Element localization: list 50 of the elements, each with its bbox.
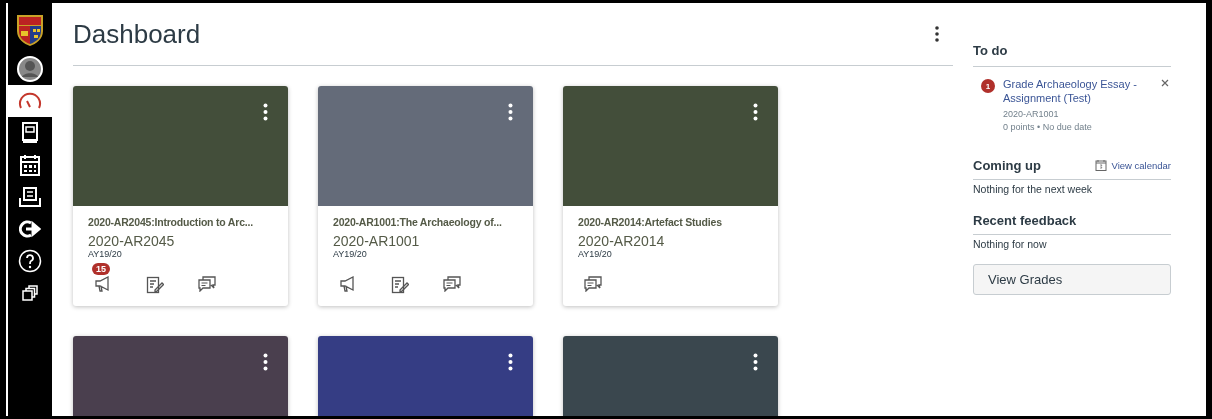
page-title: Dashboard [73, 18, 201, 50]
course-card[interactable]: 2020-AR2045:Introduction to Arc... 2020-AR2045 AY19/20 15 [73, 86, 288, 306]
megaphone-icon[interactable] [339, 276, 357, 292]
chat-bubbles-icon[interactable] [198, 276, 216, 292]
todo-link[interactable]: Grade Archaeology Essay - Assignment (Test) [1003, 77, 1148, 106]
stacked-windows-icon [22, 285, 38, 301]
calendar-icon [1095, 159, 1108, 172]
crest-logo[interactable] [15, 13, 45, 47]
more-options-icon[interactable] [753, 103, 758, 121]
course-title[interactable]: 2020-AR2014:Artefact Studies [578, 216, 763, 228]
more-options-icon[interactable] [263, 103, 268, 121]
course-card[interactable]: 2020-AR1001:The Archaeology of... 2020-AR1001 AY19/20 [318, 86, 533, 306]
more-options-icon[interactable] [508, 353, 513, 371]
avatar-icon [17, 56, 43, 82]
megaphone-icon[interactable] [94, 276, 112, 292]
more-options-icon[interactable] [508, 103, 513, 121]
count-badge: 1 [981, 79, 995, 93]
course-term: AY19/20 [578, 249, 613, 259]
course-card[interactable]: 2020-AR2014:Artefact Studies 2020-AR2014 AY19/20 [563, 86, 778, 306]
calendar-icon [20, 154, 40, 176]
course-term: AY19/20 [88, 249, 123, 259]
close-icon[interactable] [1161, 79, 1169, 87]
course-term: AY19/20 [333, 249, 368, 259]
unread-count-badge: 15 [92, 263, 110, 275]
todo-course: 2020-AR1001 [1003, 108, 1060, 119]
empty-message: Nothing for the next week [973, 182, 1094, 195]
tray-icon [19, 187, 41, 207]
help-icon [18, 249, 42, 273]
course-code: 2020-AR2045 [88, 233, 176, 249]
assignment-edit-icon[interactable] [391, 276, 409, 294]
empty-message: Nothing for now [973, 237, 1048, 250]
section-heading: Recent feedback [973, 212, 1171, 235]
speedometer-icon [18, 92, 42, 110]
more-options-icon[interactable] [753, 353, 758, 371]
section-heading: Coming up [973, 157, 1042, 173]
todo-details: 0 points • No due date [1003, 121, 1093, 132]
book-icon [21, 122, 39, 144]
course-code: 2020-AR2014 [578, 233, 666, 249]
view-grades-button[interactable]: View Grades [973, 263, 1171, 295]
chat-bubbles-icon[interactable] [584, 276, 602, 292]
view-calendar-link[interactable]: View calendar [1111, 159, 1171, 171]
assignment-edit-icon[interactable] [146, 276, 164, 294]
section-heading: To do [973, 43, 1171, 67]
course-title[interactable]: 2020-AR2045:Introduction to Arc... [88, 216, 273, 228]
more-options-icon[interactable] [935, 26, 939, 42]
course-title[interactable]: 2020-AR1001:The Archaeology of... [333, 216, 518, 228]
logout-icon [19, 220, 41, 238]
course-code: 2020-AR1001 [333, 233, 421, 249]
chat-bubbles-icon[interactable] [443, 276, 461, 292]
more-options-icon[interactable] [263, 353, 268, 371]
